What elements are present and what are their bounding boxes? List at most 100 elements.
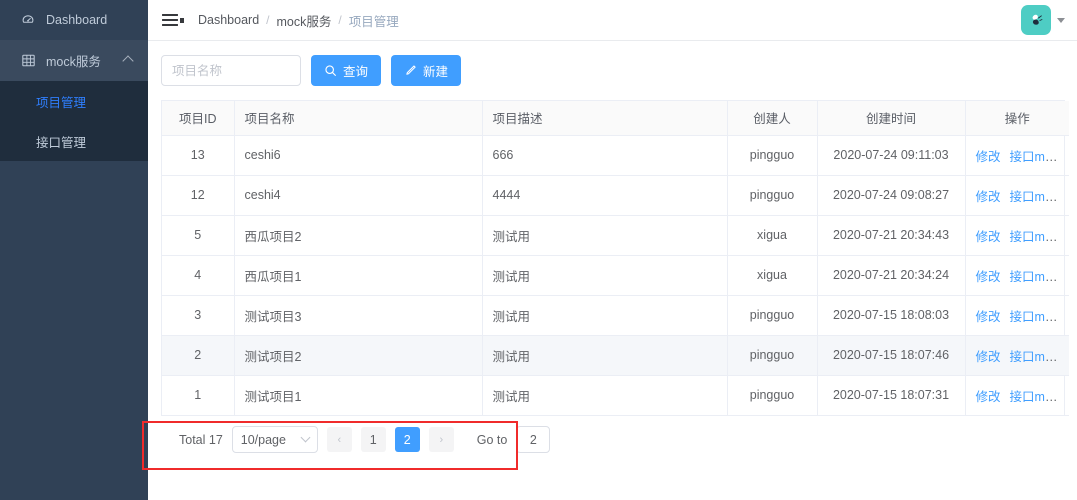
cell-created-time: 2020-07-24 09:11:03 — [817, 135, 966, 176]
cell-creator: pingguo — [727, 335, 818, 376]
pagination-total: Total 17 — [179, 432, 223, 447]
cell-created-time: 2020-07-21 20:34:24 — [817, 255, 966, 296]
cell-created-time: 2020-07-24 09:08:27 — [817, 175, 966, 216]
cell-project-desc: 测试用 — [482, 335, 728, 376]
column-header-project-id: 项目ID — [162, 101, 235, 136]
chevron-down-icon[interactable] — [1057, 17, 1065, 23]
cell-project-id: 12 — [162, 175, 235, 216]
interface-mock-link[interactable]: 接口mock — [1010, 190, 1065, 204]
create-button-label: 新建 — [423, 65, 449, 79]
cell-actions: 修改 接口mock — [965, 295, 1069, 336]
cell-project-id: 1 — [162, 375, 235, 416]
cell-project-desc: 666 — [482, 135, 728, 176]
cell-actions: 修改 接口mock — [965, 255, 1069, 296]
page-size-select[interactable]: 10/page — [231, 426, 318, 453]
cell-creator: pingguo — [727, 295, 818, 336]
column-header-created-time: 创建时间 — [817, 101, 966, 136]
cell-actions: 修改 接口mock — [965, 135, 1069, 176]
cell-project-id: 5 — [162, 215, 235, 256]
table-body: 13 ceshi6 666 pingguo 2020-07-24 09:11:03 修改接… — [162, 135, 1069, 416]
dashboard-icon — [20, 12, 36, 28]
breadcrumb-separator: / — [338, 13, 342, 27]
interface-mock-link[interactable]: 接口mock — [1010, 310, 1065, 324]
cell-project-desc: 测试用 — [482, 215, 728, 256]
table-head: 项目ID 项目名称 项目描述 创建人 创建时间 操作 — [162, 101, 1069, 136]
interface-mock-link[interactable]: 接口mock — [1010, 230, 1065, 244]
main-area: Dashboard / mock服务 / 项目管理 项目名称 查询 新建 项目I… — [148, 0, 1077, 500]
breadcrumb-item-mock-service[interactable]: mock服务 — [277, 11, 332, 30]
cell-actions: 修改 接口mock — [965, 215, 1069, 256]
table-row[interactable]: 13 ceshi6 666 pingguo 2020-07-24 09:11:03 修改接… — [162, 135, 1069, 176]
table-row[interactable]: 4 西瓜项目1 测试用 xigua 2020-07-21 20:34:24 修改 接口moc… — [162, 255, 1069, 296]
pagination: Total 17 10/page ‹ 1 2 › Go to — [161, 416, 1065, 464]
pagination-goto-label: Go to — [476, 432, 508, 447]
table: 项目ID 项目名称 项目描述 创建人 创建时间 操作 13 ceshi6 666 pi… — [162, 101, 1069, 416]
sidebar-subitem-label: 接口管理 — [36, 135, 87, 150]
create-button[interactable]: 新建 — [391, 55, 462, 86]
cell-project-name: 测试项目1 — [234, 375, 483, 416]
pagination-page-2[interactable]: 2 — [394, 427, 420, 452]
edit-link[interactable]: 修改 — [976, 230, 1001, 244]
toolbar: 查询 新建 — [161, 55, 1065, 86]
pagination-prev-button[interactable]: ‹ — [326, 427, 352, 452]
pagination-goto-input[interactable] — [516, 426, 551, 453]
interface-mock-link[interactable]: 接口mock — [1010, 390, 1065, 404]
cell-project-name: ceshi6 — [234, 135, 483, 176]
page-size-value: 10/page — [240, 432, 286, 447]
cell-project-desc: 测试用 — [482, 375, 728, 416]
avatar[interactable] — [1021, 5, 1051, 35]
edit-link[interactable]: 修改 — [976, 190, 1001, 204]
cell-created-time: 2020-07-15 18:07:46 — [817, 335, 966, 376]
edit-pencil-icon — [404, 64, 417, 77]
edit-link[interactable]: 修改 — [976, 270, 1001, 284]
chevron-down-icon — [300, 432, 311, 443]
sidebar: Dashboard mock服务 项目管理 接口管理 — [0, 0, 148, 500]
table-row[interactable]: 5 西瓜项目2 测试用 xigua 2020-07-21 20:34:43 修改 接口moc… — [162, 215, 1069, 256]
chevron-up-icon — [122, 54, 134, 67]
content-area: 查询 新建 — [148, 41, 1077, 500]
sidebar-submenu-mock-service: 项目管理 接口管理 — [0, 81, 148, 161]
cell-creator: pingguo — [727, 135, 818, 176]
interface-mock-link[interactable]: 接口mock — [1010, 350, 1065, 364]
edit-link[interactable]: 修改 — [976, 390, 1001, 404]
cell-project-desc: 测试用 — [482, 295, 728, 336]
cell-created-time: 2020-07-15 18:08:03 — [817, 295, 966, 336]
sidebar-item-dashboard[interactable]: Dashboard — [0, 0, 148, 40]
cell-project-name: 测试项目2 — [234, 335, 483, 376]
cell-actions: 修改 接口mock — [965, 375, 1069, 416]
cell-created-time: 2020-07-21 20:34:43 — [817, 215, 966, 256]
cell-project-name: ceshi4 — [234, 175, 483, 216]
user-menu[interactable] — [1021, 5, 1065, 35]
table-row[interactable]: 12 ceshi4 4444 pingguo 2020-07-24 09:08:27 修改… — [162, 175, 1069, 216]
table-row[interactable]: 1 测试项目1 测试用 pingguo 2020-07-15 18:07:31 修改 接口m… — [162, 375, 1069, 416]
breadcrumb-separator: / — [266, 13, 270, 27]
query-button[interactable]: 查询 — [311, 55, 382, 86]
cell-project-name: 测试项目3 — [234, 295, 483, 336]
sidebar-item-label: mock服务 — [46, 55, 101, 69]
cell-creator: pingguo — [727, 175, 818, 216]
table-grid-icon — [20, 53, 36, 69]
cell-creator: xigua — [727, 215, 818, 256]
cell-project-desc: 测试用 — [482, 255, 728, 296]
pagination-next-button[interactable]: › — [428, 427, 454, 452]
hamburger-fold-icon[interactable] — [162, 9, 184, 31]
search-input[interactable] — [161, 55, 301, 86]
breadcrumb-item-dashboard[interactable]: Dashboard — [198, 13, 259, 27]
table-row[interactable]: 3 测试项目3 测试用 pingguo 2020-07-15 18:08:03 修改 接口m… — [162, 295, 1069, 336]
interface-mock-link[interactable]: 接口mock — [1010, 150, 1065, 164]
sidebar-subitem-label: 项目管理 — [36, 95, 87, 110]
edit-link[interactable]: 修改 — [976, 150, 1001, 164]
edit-link[interactable]: 修改 — [976, 350, 1001, 364]
sidebar-item-interface-management[interactable]: 接口管理 — [0, 121, 148, 161]
sidebar-item-project-management[interactable]: 项目管理 — [0, 81, 148, 121]
cell-project-id: 2 — [162, 335, 235, 376]
table-row[interactable]: 2 测试项目2 测试用 pingguo 2020-07-15 18:07:46 修改 接口m… — [162, 335, 1069, 376]
edit-link[interactable]: 修改 — [976, 310, 1001, 324]
sidebar-item-mock-service[interactable]: mock服务 — [0, 40, 148, 81]
cell-project-name: 西瓜项目2 — [234, 215, 483, 256]
interface-mock-link[interactable]: 接口mock — [1010, 270, 1065, 284]
user-avatar-icon — [1032, 14, 1043, 25]
pagination-page-1[interactable]: 1 — [360, 427, 386, 452]
breadcrumb: Dashboard / mock服务 / 项目管理 — [198, 11, 399, 30]
cell-actions: 修改 接口mock — [965, 175, 1069, 216]
